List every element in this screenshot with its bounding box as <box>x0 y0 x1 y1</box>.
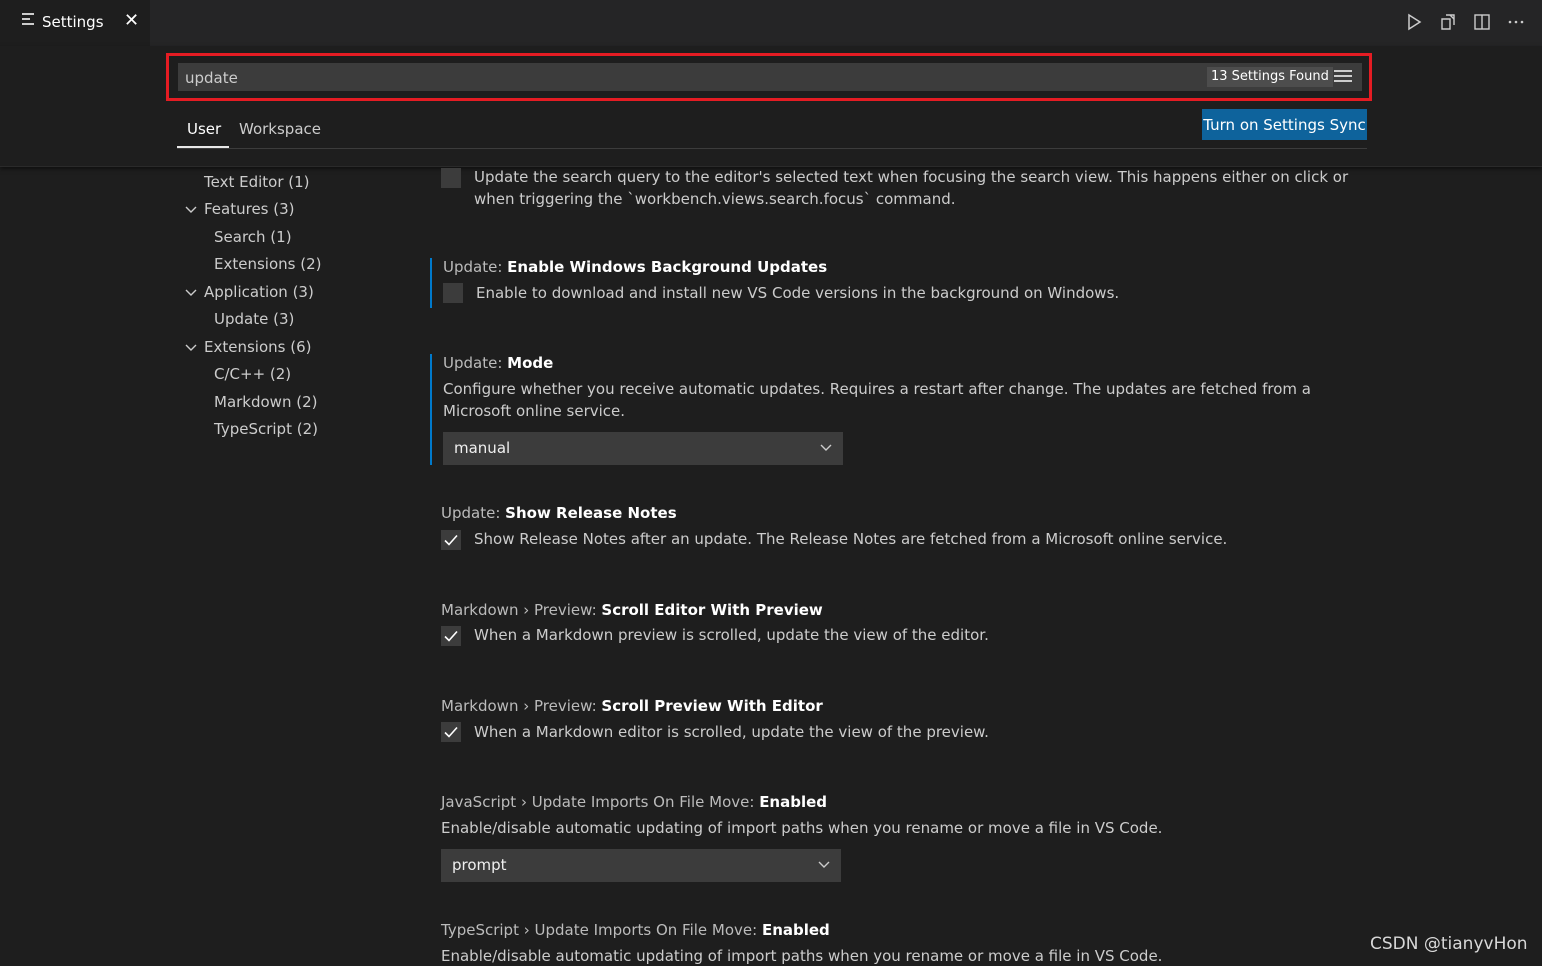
open-settings-json-icon[interactable] <box>1438 12 1458 32</box>
scope-tabs: User Workspace <box>177 110 1367 149</box>
setting-description: Enable to download and install new VS Co… <box>476 284 1120 302</box>
run-icon[interactable] <box>1404 12 1424 32</box>
checkbox[interactable] <box>443 283 463 303</box>
setting-title: Update: Show Release Notes <box>441 504 677 522</box>
setting-title: TypeScript › Update Imports On File Move… <box>441 921 830 939</box>
setting-title: Update: Mode <box>443 354 554 372</box>
setting-ts-update-imports: TypeScript › Update Imports On File Move… <box>430 921 1350 966</box>
chevron-down-icon[interactable] <box>184 203 198 217</box>
more-actions-icon[interactable] <box>1506 12 1526 32</box>
setting-update-windows-background: Update: Enable Windows Background Update… <box>430 258 1352 308</box>
search-highlight-box: 13 Settings Found <box>166 53 1372 101</box>
setting-description: Update the search query to the editor's … <box>474 168 1349 208</box>
check-icon <box>444 630 458 642</box>
setting-js-update-imports: JavaScript › Update Imports On File Move… <box>430 793 1350 883</box>
setting-description: Enable/disable automatic updating of imp… <box>441 819 1163 837</box>
toc-item-update[interactable]: Update (3) <box>214 310 294 328</box>
settings-search-input[interactable] <box>178 63 1197 93</box>
watermark: CSDN @tianyvHon <box>1370 934 1528 954</box>
chevron-down-icon <box>818 861 830 868</box>
editor-tab-strip: Settings ✕ <box>0 0 1542 46</box>
select-value: manual <box>454 439 511 457</box>
toc-item-typescript[interactable]: TypeScript (2) <box>214 420 318 438</box>
setting-description: Show Release Notes after an update. The … <box>474 530 1228 548</box>
check-icon <box>444 534 458 546</box>
update-mode-select[interactable]: manual <box>443 432 843 465</box>
toc-item-application[interactable]: Application (3) <box>204 283 314 301</box>
checkbox[interactable] <box>441 168 461 188</box>
clear-filter-icon[interactable] <box>1334 70 1352 84</box>
setting-title: Markdown › Preview: Scroll Editor With P… <box>441 601 823 619</box>
settings-sync-button[interactable]: Turn on Settings Sync <box>1202 109 1367 140</box>
editor-actions <box>1404 12 1526 32</box>
setting-description: When a Markdown editor is scrolled, upda… <box>474 723 989 741</box>
js-update-imports-select[interactable]: prompt <box>441 849 841 882</box>
toc-item-text-editor[interactable]: Text Editor (1) <box>204 173 310 191</box>
close-tab-icon[interactable]: ✕ <box>124 10 139 31</box>
toc-item-features[interactable]: Features (3) <box>204 200 295 218</box>
checkbox-checked[interactable] <box>441 626 461 646</box>
toc-item-cpp[interactable]: C/C++ (2) <box>214 365 291 383</box>
setting-markdown-scroll-editor: Markdown › Preview: Scroll Editor With P… <box>430 601 1350 651</box>
settings-tab[interactable]: Settings ✕ <box>0 0 150 46</box>
setting-search-seed-on-focus: Update the search query to the editor's … <box>430 166 1350 216</box>
tab-user[interactable]: User <box>187 120 221 138</box>
chevron-down-icon[interactable] <box>184 341 198 355</box>
toc-item-search[interactable]: Search (1) <box>214 228 292 246</box>
toc-item-extensions[interactable]: Extensions (6) <box>204 338 311 356</box>
select-value: prompt <box>452 856 507 874</box>
settings-list-icon <box>22 13 34 27</box>
setting-description: When a Markdown preview is scrolled, upd… <box>474 626 989 644</box>
tab-title: Settings <box>42 13 104 31</box>
setting-update-mode: Update: Mode Configure whether you recei… <box>430 354 1352 465</box>
checkbox-checked[interactable] <box>441 722 461 742</box>
setting-title: Markdown › Preview: Scroll Preview With … <box>441 697 823 715</box>
setting-description: Enable/disable automatic updating of imp… <box>441 947 1163 965</box>
settings-header: 13 Settings Found User Workspace Turn on… <box>0 46 1542 167</box>
chevron-down-icon[interactable] <box>184 286 198 300</box>
check-icon <box>444 726 458 738</box>
active-tab-indicator <box>177 146 229 148</box>
checkbox-checked[interactable] <box>441 530 461 550</box>
toc-item-markdown[interactable]: Markdown (2) <box>214 393 317 411</box>
split-editor-icon[interactable] <box>1472 12 1492 32</box>
setting-show-release-notes: Update: Show Release Notes Show Release … <box>430 504 1350 554</box>
settings-found-badge: 13 Settings Found <box>1207 67 1333 87</box>
setting-title: JavaScript › Update Imports On File Move… <box>441 793 828 811</box>
setting-description: Configure whether you receive automatic … <box>443 380 1311 420</box>
tab-workspace[interactable]: Workspace <box>239 120 321 138</box>
setting-markdown-scroll-preview: Markdown › Preview: Scroll Preview With … <box>430 697 1350 747</box>
setting-title: Update: Enable Windows Background Update… <box>443 258 828 276</box>
search-box[interactable]: 13 Settings Found <box>178 63 1362 93</box>
toc-item-features-extensions[interactable]: Extensions (2) <box>214 255 321 273</box>
chevron-down-icon <box>820 444 832 451</box>
